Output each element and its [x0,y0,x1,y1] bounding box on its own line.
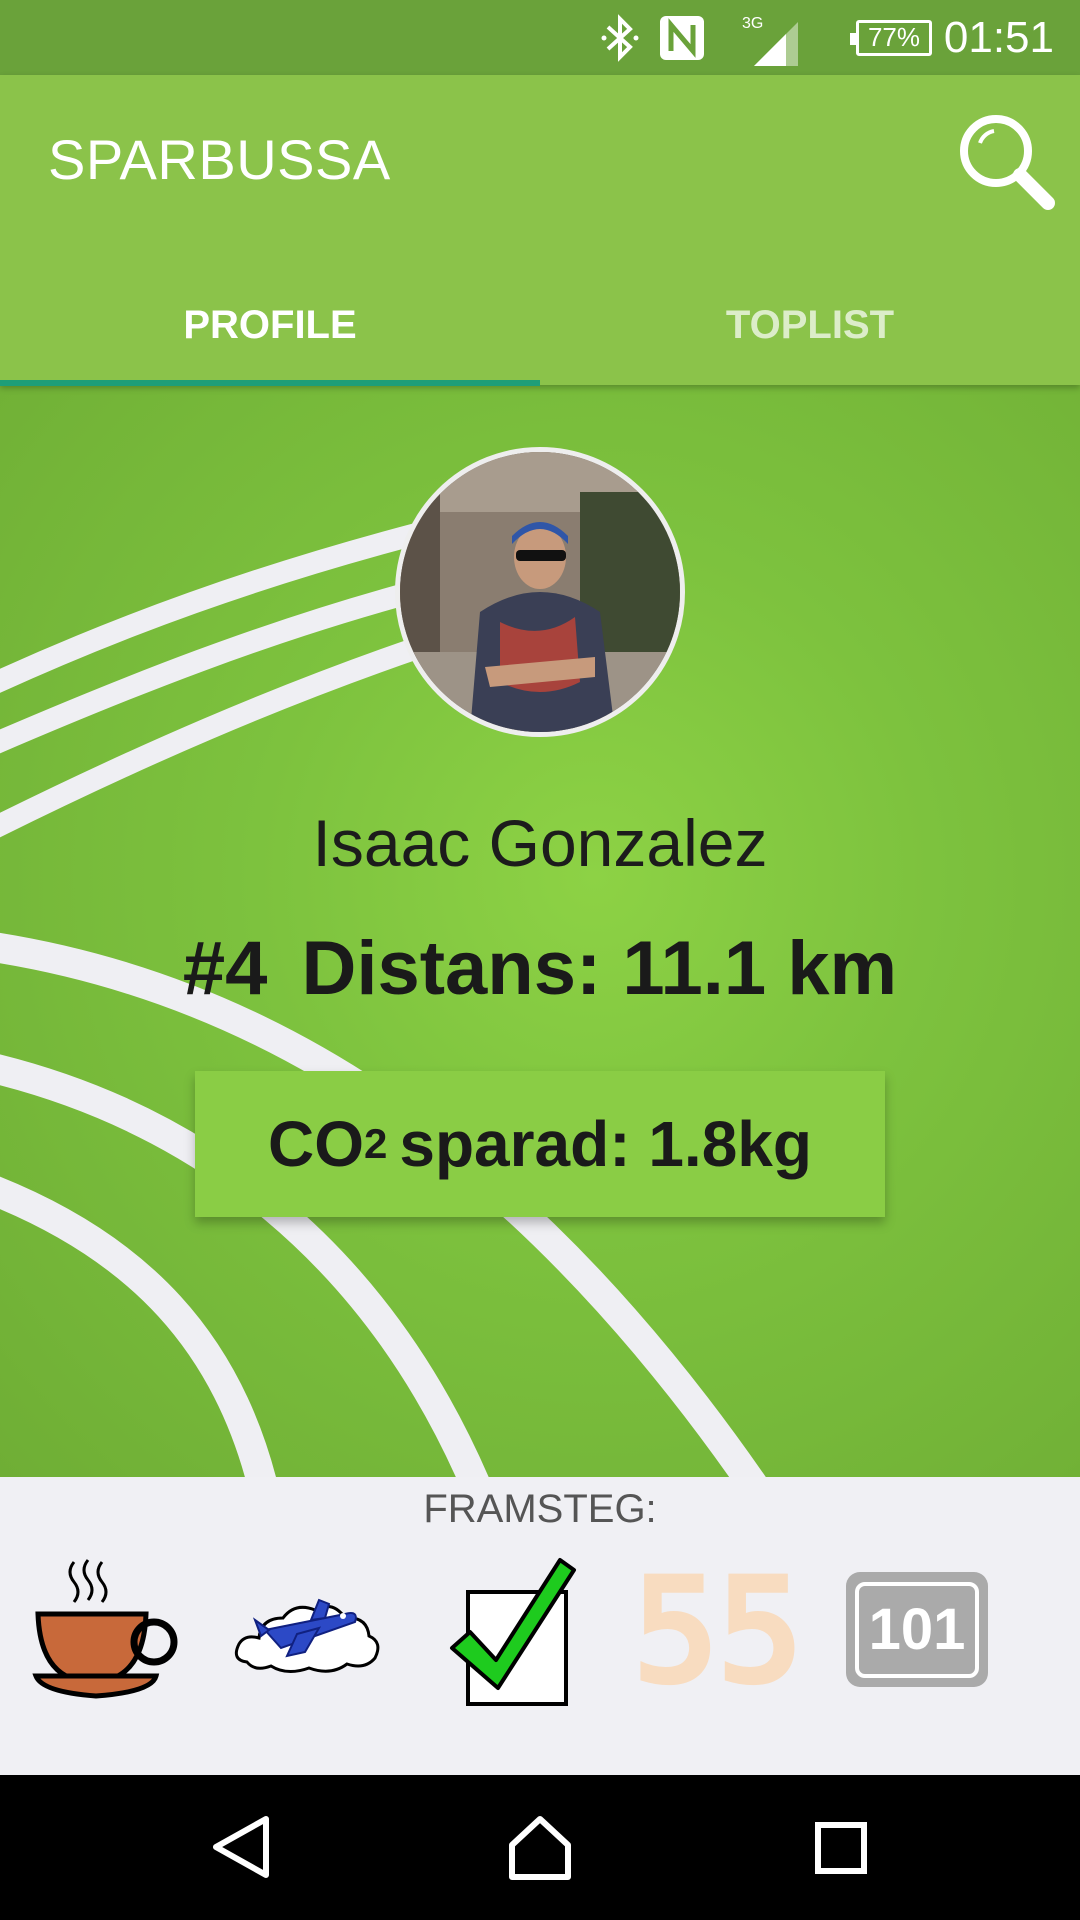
signal-icon: 3G [742,0,802,75]
home-icon [509,1816,571,1880]
user-rank: #4 [182,926,268,1011]
navigation-bar [0,1775,1080,1920]
tab-profile[interactable]: PROFILE [0,265,540,385]
recent-apps-button[interactable] [800,1807,880,1887]
network-type: 3G [742,15,763,32]
app-screen: 3G 77% 01:51 SPARBUSSA PROFILE TOPLIST I… [0,0,1080,1920]
user-distance: Distans: 11.1 km [301,926,898,1011]
app-title: SPARBUSSA [48,128,391,191]
badge-55-text: 55 [630,1545,805,1719]
search-button[interactable] [950,105,1060,215]
co2-label: CO [268,1108,364,1180]
number-55-icon[interactable]: 55 [630,1545,805,1719]
status-bar: 3G 77% 01:51 [0,0,1080,75]
achievements-panel: FRAMSTEG: 55 101 [0,1477,1080,1775]
home-button[interactable] [500,1807,580,1887]
user-name: Isaac Gonzalez [312,806,768,880]
route-101-sign-icon[interactable]: 101 [838,1552,998,1712]
airplane-cloud-icon[interactable] [225,1552,385,1712]
co2-value: sparad: 1.8kg [399,1108,812,1180]
profile-panel: Isaac Gonzalez #4 Distans: 11.1 km CO 2 spa… [0,385,1080,1477]
avatar[interactable] [395,447,685,737]
tab-toplist[interactable]: TOPLIST [540,265,1080,385]
co2-subscript: 2 [364,1120,388,1167]
battery-icon: 77% [850,0,932,75]
clock: 01:51 [943,12,1054,62]
co2-saved-card: CO 2 sparad: 1.8kg [195,1071,885,1217]
badge-101-text: 101 [855,1581,979,1678]
nfc-icon [658,0,706,75]
tab-indicator [0,380,540,386]
checkbox-check-icon[interactable] [432,1552,592,1712]
coffee-cup-icon[interactable] [22,1552,182,1712]
user-stats: #4 Distans: 11.1 km [0,925,1080,1012]
bluetooth-icon [598,0,642,75]
app-bar: SPARBUSSA PROFILE TOPLIST [0,75,1080,386]
search-icon [960,115,1055,210]
back-button[interactable] [202,1807,282,1887]
recent-apps-icon [815,1822,867,1874]
battery-level: 77% [850,19,932,56]
back-icon [213,1816,269,1878]
achievements-label: FRAMSTEG: [423,1487,657,1531]
